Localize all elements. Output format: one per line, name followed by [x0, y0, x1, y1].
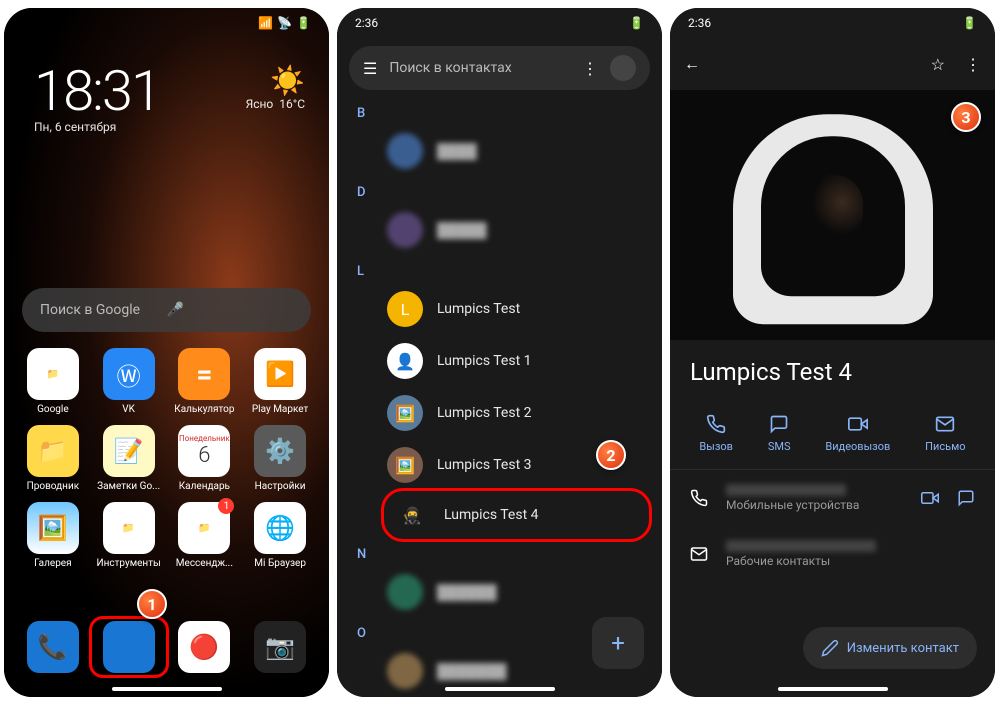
app-gallery[interactable]: 🖼️Галерея	[18, 502, 88, 569]
clock-time: 18:31	[34, 58, 160, 124]
email-type-label: Рабочие контакты	[726, 554, 975, 568]
app-play-market[interactable]: ▶️Play Маркет	[245, 348, 315, 415]
star-icon[interactable]: ☆	[931, 55, 945, 74]
dock-chrome[interactable]: 🔴	[170, 621, 240, 673]
app-vk[interactable]: ⓌVK	[94, 348, 164, 415]
message-icon[interactable]	[957, 489, 975, 507]
message-icon	[769, 414, 789, 434]
contact-image	[733, 114, 933, 324]
section-N: N	[337, 539, 662, 566]
email-info-row[interactable]: Рабочие контакты	[670, 526, 995, 582]
home-indicator[interactable]	[112, 687, 222, 691]
section-B: B	[337, 98, 662, 125]
more-icon[interactable]: ⋮	[965, 55, 981, 74]
home-indicator[interactable]	[778, 687, 888, 691]
phone-info-row[interactable]: Мобильные устройства	[670, 470, 995, 526]
contact-row[interactable]: 🖼️Lumpics Test 2	[337, 387, 662, 439]
add-contact-fab[interactable]: +	[592, 617, 644, 669]
contact-row[interactable]: LLumpics Test	[337, 283, 662, 335]
contact-row[interactable]: 👤Lumpics Test 1	[337, 335, 662, 387]
weather-icon: ☀️	[246, 64, 305, 97]
dock-phone[interactable]: 📞	[18, 621, 88, 673]
video-call-button[interactable]: Видеовызов	[825, 414, 890, 453]
app-settings[interactable]: ⚙️Настройки	[245, 425, 315, 492]
contacts-list-screen: 2:36 🔋 ☰ Поиск в контактах ⋮ B ████ D ██…	[337, 8, 662, 697]
call-button[interactable]: Вызов	[699, 414, 733, 453]
battery-icon: 🔋	[962, 16, 977, 30]
app-calculator[interactable]: =Калькулятор	[170, 348, 240, 415]
phone-icon	[690, 489, 708, 507]
callout-1: 1	[137, 589, 167, 619]
mic-icon[interactable]: 🎤	[167, 302, 294, 318]
contact-row[interactable]: █████	[337, 204, 662, 256]
search-placeholder: Поиск в контактах	[389, 60, 570, 76]
app-tools[interactable]: 📁Инструменты	[94, 502, 164, 569]
menu-icon[interactable]: ☰	[363, 59, 377, 78]
video-icon[interactable]	[921, 489, 939, 507]
status-bar: 2:36 🔋	[337, 8, 662, 38]
back-icon[interactable]: ←	[684, 54, 700, 74]
clock-date: Пн, 6 сентября	[34, 120, 160, 134]
video-icon	[848, 414, 868, 434]
edit-contact-button[interactable]: Изменить контакт	[803, 627, 977, 669]
section-D: D	[337, 177, 662, 204]
callout-3: 3	[951, 102, 981, 132]
contacts-search-bar[interactable]: ☰ Поиск в контактах ⋮	[349, 46, 650, 90]
google-search-bar[interactable]: Поиск в Google 🎤	[22, 288, 311, 332]
sms-button[interactable]: SMS	[768, 414, 791, 453]
wifi-icon: 📡	[277, 16, 292, 30]
callout-2: 2	[596, 440, 626, 470]
dock: 📞 👤 🔴 📷	[18, 621, 315, 673]
app-mi-browser[interactable]: 🌐Mi Браузер	[245, 502, 315, 569]
dock-contacts[interactable]: 👤	[89, 616, 169, 678]
search-placeholder: Поиск в Google	[40, 302, 167, 318]
more-icon[interactable]: ⋮	[582, 59, 598, 78]
contact-row-lumpics-test-4[interactable]: 🥷Lumpics Test 4	[381, 488, 652, 542]
contact-detail-screen: 2:36 🔋 ← ☆ ⋮ Lumpics Test 4 Вызов SMS	[670, 8, 995, 697]
home-screen: 📶 📡 🔋 18:31 Пн, 6 сентября ☀️ Ясно 16°C …	[4, 8, 329, 697]
dock-camera[interactable]: 📷	[245, 621, 315, 673]
app-grid: 📁Google ⓌVK =Калькулятор ▶️Play Маркет 📁…	[18, 348, 315, 569]
weather-widget[interactable]: ☀️ Ясно 16°C	[246, 64, 305, 111]
contact-row[interactable]: ██████	[337, 566, 662, 618]
contact-row[interactable]: ████	[337, 125, 662, 177]
action-row: Вызов SMS Видеовызов Письмо	[670, 404, 995, 470]
email-button[interactable]: Письмо	[925, 414, 965, 453]
pencil-icon	[821, 639, 839, 657]
app-file-manager[interactable]: 📁Проводник	[18, 425, 88, 492]
status-time: 2:36	[688, 16, 962, 30]
detail-header: ← ☆ ⋮	[670, 38, 995, 90]
phone-icon	[706, 414, 726, 434]
status-bar: 2:36 🔋	[670, 8, 995, 38]
profile-avatar[interactable]	[610, 55, 636, 81]
app-messengers[interactable]: 📁1Мессендж...	[170, 502, 240, 569]
mail-icon	[935, 414, 955, 434]
contact-list[interactable]: B ████ D █████ L LLumpics Test 👤Lumpics …	[337, 98, 662, 697]
phone-type-label: Мобильные устройства	[726, 498, 903, 512]
battery-icon: 🔋	[296, 16, 311, 30]
app-notes[interactable]: 📝Заметки Go...	[94, 425, 164, 492]
battery-icon: 🔋	[629, 16, 644, 30]
status-time: 2:36	[355, 16, 629, 30]
clock-widget[interactable]: 18:31 Пн, 6 сентября	[34, 58, 160, 134]
contact-name-title: Lumpics Test 4	[670, 340, 995, 404]
signal-icon: 📶	[258, 16, 273, 30]
contact-photo[interactable]	[670, 90, 995, 340]
status-bar: 📶 📡 🔋	[4, 8, 329, 38]
wallpaper: 📶 📡 🔋 18:31 Пн, 6 сентября ☀️ Ясно 16°C …	[4, 8, 329, 697]
app-calendar[interactable]: Понедельник6Календарь	[170, 425, 240, 492]
app-google[interactable]: 📁Google	[18, 348, 88, 415]
section-L: L	[337, 256, 662, 283]
mail-icon	[690, 545, 708, 563]
home-indicator[interactable]	[445, 687, 555, 691]
